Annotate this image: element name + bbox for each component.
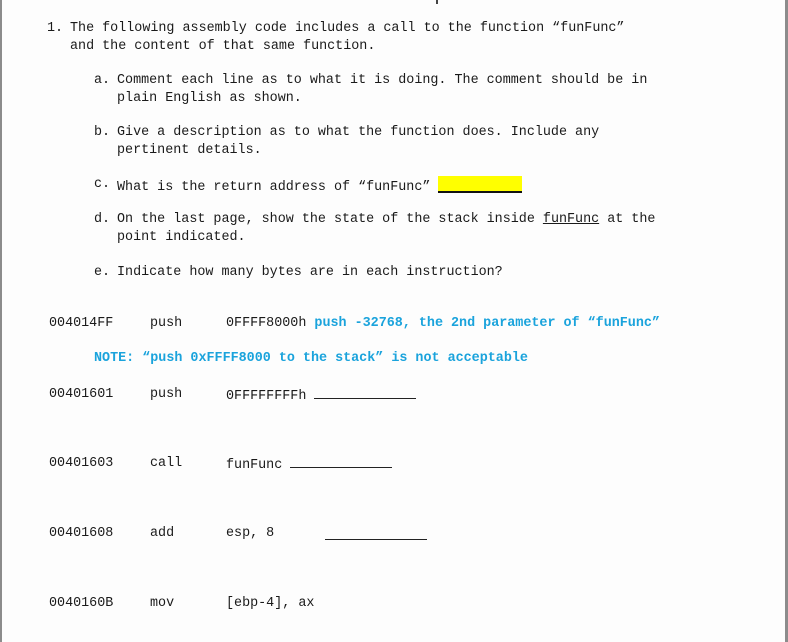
- part-b-letter: b.: [94, 125, 111, 140]
- document-page: 1. The following assembly code includes …: [2, 0, 785, 642]
- return-address-answer-blank[interactable]: [438, 176, 523, 193]
- code-address: 0040160B: [49, 596, 114, 611]
- code-mnemonic: push: [150, 387, 183, 402]
- code-operand: 0FFFF8000h: [226, 316, 307, 331]
- code-mnemonic: add: [150, 526, 175, 541]
- code-operand-line: esp, 8: [226, 525, 274, 543]
- code-operand: funFunc: [226, 458, 283, 473]
- code-address: 00401603: [49, 456, 114, 471]
- code-operand: 0FFFFFFFFh: [226, 389, 307, 404]
- part-e-letter: e.: [94, 265, 111, 280]
- comment-answer-blank[interactable]: [290, 455, 393, 468]
- note-text: NOTE: “push 0xFFFF8000 to the stack” is …: [94, 351, 528, 366]
- comment-answer-blank[interactable]: [325, 527, 427, 540]
- code-mnemonic: mov: [150, 596, 175, 611]
- code-operand-line: 0FFFFFFFFh: [226, 386, 417, 406]
- part-c-letter: c.: [94, 177, 111, 192]
- code-mnemonic: push: [150, 316, 183, 331]
- part-a-line2: plain English as shown.: [117, 91, 302, 106]
- part-d-text-end: at the: [599, 212, 656, 227]
- code-address: 00401601: [49, 387, 114, 402]
- part-e-line1: Indicate how many bytes are in each inst…: [117, 265, 503, 280]
- code-operand-line: funFunc: [226, 455, 393, 475]
- funfunc-underlined: funFunc: [542, 212, 600, 227]
- question-intro-line2: and the content of that same function.: [70, 39, 376, 54]
- part-d-line1: On the last page, show the state of the …: [117, 211, 655, 229]
- code-operand: [ebp-4], ax: [226, 596, 315, 611]
- question-number: 1.: [47, 21, 64, 36]
- part-d-letter: d.: [94, 212, 111, 227]
- part-a-line1: Comment each line as to what it is doing…: [117, 73, 648, 88]
- part-d-line2: point indicated.: [117, 230, 246, 245]
- part-a-letter: a.: [94, 73, 111, 88]
- code-address: 00401608: [49, 526, 114, 541]
- comment-answer-blank[interactable]: [314, 386, 417, 399]
- code-operand-line: 0FFFF8000h push -32768, the 2nd paramete…: [226, 315, 660, 333]
- code-operand-line: [ebp-4], ax: [226, 595, 314, 613]
- code-mnemonic: call: [150, 456, 183, 471]
- part-c-line1: What is the return address of “funFunc”: [117, 176, 523, 197]
- question-intro-line1: The following assembly code includes a c…: [70, 21, 625, 36]
- code-address: 004014FF: [49, 316, 114, 331]
- part-d-text: On the last page, show the state of the …: [117, 212, 543, 227]
- part-c-text: What is the return address of “funFunc”: [117, 180, 431, 195]
- part-b-line1: Give a description as to what the functi…: [117, 125, 600, 140]
- page-mark: [436, 0, 438, 4]
- code-comment: push -32768, the 2nd parameter of “funFu…: [314, 316, 660, 331]
- part-b-line2: pertinent details.: [117, 143, 262, 158]
- code-operand: esp, 8: [226, 526, 275, 541]
